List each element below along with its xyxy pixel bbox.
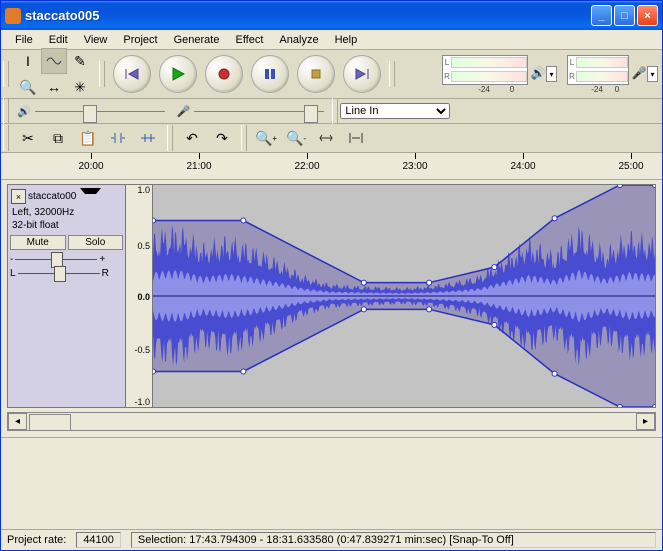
fit-selection-button[interactable] (313, 125, 339, 151)
input-meter-menu[interactable]: ▾ (647, 66, 658, 82)
scroll-right-button[interactable]: ▸ (636, 413, 655, 430)
track-format-info: 32-bit float (10, 219, 123, 232)
speaker-icon: 🔊 (17, 105, 31, 118)
menu-bar: File Edit View Project Generate Effect A… (1, 30, 662, 50)
menu-analyze[interactable]: Analyze (271, 32, 326, 48)
app-icon (5, 8, 21, 24)
transport-controls (107, 51, 387, 97)
timeshift-tool-icon[interactable]: ↔ (41, 74, 67, 100)
track-close-button[interactable]: × (11, 189, 26, 204)
project-rate-value[interactable]: 44100 (76, 532, 121, 548)
zoom-in-button[interactable]: 🔍+ (253, 125, 279, 151)
skip-start-button[interactable] (113, 55, 151, 93)
fit-project-button[interactable] (343, 125, 369, 151)
selection-tool-icon[interactable]: I (15, 48, 41, 74)
speaker-icon: 🔊 (530, 66, 546, 80)
output-volume-slider[interactable] (35, 103, 165, 119)
close-button[interactable]: × (637, 5, 658, 26)
stop-button[interactable] (297, 55, 335, 93)
menu-project[interactable]: Project (115, 32, 165, 48)
mic-icon: 🎤 (177, 105, 191, 118)
menu-generate[interactable]: Generate (166, 32, 228, 48)
status-bar: Project rate: 44100 Selection: 17:43.794… (1, 529, 662, 550)
minimize-button[interactable]: _ (591, 5, 612, 26)
track-name: staccato00 (28, 191, 76, 202)
output-meter: L R (442, 55, 528, 85)
menu-help[interactable]: Help (327, 32, 366, 48)
solo-button[interactable]: Solo (68, 235, 124, 250)
track-menu-button[interactable] (80, 188, 101, 205)
envelope-tool-icon[interactable] (41, 48, 67, 74)
scroll-left-button[interactable]: ◂ (8, 413, 27, 430)
horizontal-scrollbar[interactable]: ◂ ▸ (7, 412, 656, 431)
cut-button[interactable]: ✂ (15, 125, 41, 151)
copy-button[interactable]: ⧉ (45, 125, 71, 151)
paste-button[interactable]: 📋 (75, 125, 101, 151)
play-button[interactable] (159, 55, 197, 93)
draw-tool-icon[interactable]: ✎ (67, 48, 93, 74)
project-rate-label: Project rate: (7, 534, 66, 546)
maximize-button[interactable]: □ (614, 5, 635, 26)
track-gain-slider[interactable] (15, 253, 97, 265)
vertical-ruler: 1.0 0.5 0.0 -0.5 -1.0 (126, 185, 153, 407)
empty-track-area[interactable] (1, 437, 662, 496)
input-volume-slider[interactable] (194, 103, 324, 119)
track-header: × staccato00 Left, 32000Hz 32-bit float … (8, 185, 126, 407)
pause-button[interactable] (251, 55, 289, 93)
input-source-select[interactable]: Line In (340, 103, 450, 119)
input-meter: L R (567, 55, 629, 85)
multi-tool-icon[interactable]: ✳ (67, 74, 93, 100)
zoom-tool-icon[interactable]: 🔍 (15, 74, 41, 100)
skip-end-button[interactable] (343, 55, 381, 93)
waveform-display[interactable] (153, 185, 655, 407)
title-bar: staccato005 _ □ × (1, 1, 662, 30)
record-button[interactable] (205, 55, 243, 93)
redo-button[interactable]: ↷ (209, 125, 235, 151)
silence-button[interactable] (135, 125, 161, 151)
undo-button[interactable]: ↶ (179, 125, 205, 151)
zoom-out-button[interactable]: 🔍- (283, 125, 309, 151)
mic-icon: 🎤 (631, 66, 647, 80)
window-title: staccato005 (25, 8, 591, 23)
output-meter-menu[interactable]: ▾ (546, 66, 557, 82)
mute-button[interactable]: Mute (10, 235, 66, 250)
menu-effect[interactable]: Effect (227, 32, 271, 48)
timeline-ruler[interactable]: 20:00 21:00 22:00 23:00 24:00 25:00 (1, 153, 662, 180)
track-channel-info: Left, 32000Hz (10, 206, 123, 219)
track-pan-slider[interactable] (18, 267, 100, 279)
trim-button[interactable] (105, 125, 131, 151)
selection-status: Selection: 17:43.794309 - 18:31.633580 (… (131, 532, 656, 548)
